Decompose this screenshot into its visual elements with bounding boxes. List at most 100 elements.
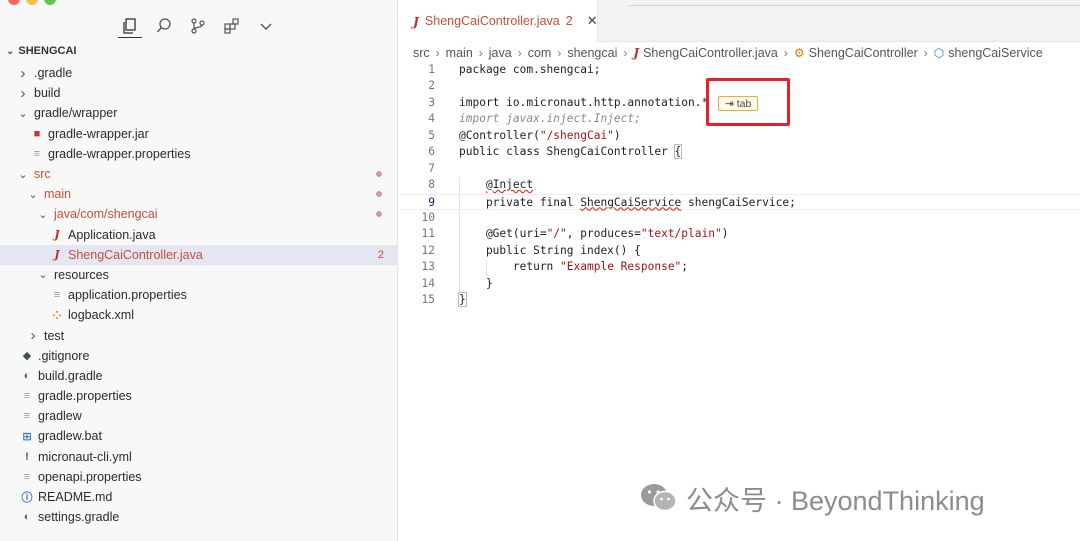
chevron-right-icon: › bbox=[783, 46, 788, 60]
tree-item-label: openapi.properties bbox=[38, 469, 142, 484]
code-text: } bbox=[459, 276, 493, 290]
info-file-icon: ⓘ bbox=[21, 492, 33, 505]
chevron-right-icon: › bbox=[435, 46, 440, 60]
chevron-down-icon[interactable] bbox=[254, 14, 278, 38]
chevron-down-icon[interactable]: ⌄ bbox=[26, 188, 40, 201]
code-line[interactable]: 1 package com.shengcai; bbox=[399, 62, 1080, 78]
extensions-icon[interactable] bbox=[220, 14, 244, 38]
breadcrumb-item[interactable]: main bbox=[446, 46, 473, 60]
line-number: 3 bbox=[428, 95, 435, 109]
jar-file-icon: ■ bbox=[33, 127, 41, 140]
chevron-right-icon[interactable]: › bbox=[16, 85, 30, 102]
modified-dot bbox=[376, 171, 382, 178]
code-line[interactable]: 5 @Controller("/shengCai") bbox=[399, 128, 1080, 144]
tree-item[interactable]: › build bbox=[0, 83, 397, 103]
breadcrumb-item[interactable]: ⬡ shengCaiService bbox=[934, 46, 1043, 60]
breadcrumb-item[interactable]: com bbox=[528, 46, 552, 60]
line-number: 7 bbox=[428, 161, 435, 175]
line-number: 8 bbox=[428, 178, 435, 192]
code-line[interactable]: 11 @Get(uri="/", produces="text/plain") bbox=[399, 226, 1080, 242]
tree-item[interactable]: ≡ gradlew bbox=[0, 406, 397, 426]
tab-shengcai-controller[interactable]: J ShengCaiController.java 2 ✕ bbox=[399, 0, 598, 42]
code-line[interactable]: 15} bbox=[399, 292, 1080, 308]
project-header[interactable]: ⌄ SHENGCAI bbox=[6, 45, 76, 57]
tree-item-label: build.gradle bbox=[38, 368, 103, 383]
tree-item-label: settings.gradle bbox=[38, 510, 120, 525]
explorer-files-icon[interactable] bbox=[118, 14, 142, 38]
tree-item[interactable]: ⊞ gradlew.bat bbox=[0, 426, 397, 446]
tree-item[interactable]: ≡ gradle.properties bbox=[0, 386, 397, 406]
tree-item[interactable]: ⌄ resources bbox=[0, 265, 397, 285]
line-number: 13 bbox=[421, 260, 435, 274]
code-text: public class ShengCaiController { bbox=[459, 144, 683, 160]
tree-item-label: .gitignore bbox=[38, 348, 90, 363]
tree-item[interactable]: ≡ openapi.properties bbox=[0, 467, 397, 487]
windows-file-icon: ⊞ bbox=[22, 430, 32, 443]
chevron-right-icon[interactable]: › bbox=[16, 65, 30, 82]
modified-dot bbox=[376, 211, 382, 218]
tree-item[interactable]: ⌄ gradle/wrapper bbox=[0, 103, 397, 123]
code-line[interactable]: 7 bbox=[399, 161, 1080, 177]
tree-item[interactable]: ! micronaut-cli.yml bbox=[0, 447, 397, 467]
tree-item-label: test bbox=[44, 328, 65, 343]
code-line[interactable]: 12 public String index() { bbox=[399, 243, 1080, 259]
tree-item[interactable]: ◐ settings.gradle bbox=[0, 507, 397, 527]
file-tree: › .gradle › build ⌄ gradle/wrapper ■ gradle-wra… bbox=[0, 63, 397, 527]
close-window-icon[interactable] bbox=[8, 0, 20, 5]
chevron-right-icon[interactable]: › bbox=[26, 327, 40, 344]
tree-item[interactable]: ⌄ src bbox=[0, 164, 397, 184]
tree-item[interactable]: ≡ gradle-wrapper.properties bbox=[0, 144, 397, 164]
wechat-icon bbox=[640, 482, 678, 514]
line-number: 15 bbox=[421, 293, 435, 307]
inline-suggestion-text: import javax.inject.Inject; bbox=[459, 112, 641, 126]
code-line[interactable]: 10 bbox=[399, 210, 1080, 226]
watermark-text: 公众号 · BeyondThinking bbox=[686, 485, 985, 516]
code-line[interactable]: 8 @Inject bbox=[399, 177, 1080, 193]
chevron-down-icon[interactable]: ⌄ bbox=[36, 268, 50, 281]
breadcrumb-item[interactable]: src bbox=[413, 46, 430, 60]
close-icon[interactable]: ✕ bbox=[587, 13, 598, 29]
code-line[interactable]: 9 private final ShengCaiService shengCai… bbox=[399, 193, 1080, 210]
problem-count-badge: 2 bbox=[377, 248, 384, 261]
tree-item[interactable]: ⌄ main bbox=[0, 184, 397, 204]
minimize-window-icon[interactable] bbox=[26, 0, 38, 5]
chevron-down-icon: ⌄ bbox=[6, 45, 15, 57]
line-number: 4 bbox=[428, 112, 435, 126]
tree-item[interactable]: › test bbox=[0, 325, 397, 345]
search-icon[interactable] bbox=[152, 14, 176, 38]
maximize-window-icon[interactable] bbox=[44, 0, 56, 5]
tree-item[interactable]: ⌄ java/com/shengcai bbox=[0, 204, 397, 224]
project-name: SHENGCAI bbox=[18, 45, 77, 57]
chevron-down-icon[interactable]: ⌄ bbox=[36, 208, 50, 221]
code-line[interactable]: 6 public class ShengCaiController { bbox=[399, 144, 1080, 160]
code-line[interactable]: 13 return "Example Response"; bbox=[399, 259, 1080, 275]
yaml-file-icon: ! bbox=[25, 450, 29, 463]
explorer-sidebar: ⌄ SHENGCAI › .gradle › build ⌄ gradle/wrapper… bbox=[0, 0, 398, 541]
tree-item-label: README.md bbox=[38, 490, 113, 505]
tree-item[interactable]: J ShengCaiController.java 2 bbox=[0, 244, 397, 265]
breadcrumb-item[interactable]: J ShengCaiController.java bbox=[633, 46, 778, 60]
chevron-down-icon[interactable]: ⌄ bbox=[16, 168, 30, 181]
chevron-down-icon[interactable]: ⌄ bbox=[16, 107, 30, 120]
class-symbol-icon: ⚙ bbox=[793, 46, 805, 60]
breadcrumb-item[interactable]: java bbox=[489, 46, 512, 60]
source-control-icon[interactable] bbox=[186, 14, 210, 38]
modified-dot bbox=[376, 191, 382, 198]
tree-item[interactable]: J Application.java bbox=[0, 225, 397, 245]
code-text: package com.shengcai; bbox=[459, 63, 601, 76]
tree-item-label: logback.xml bbox=[68, 308, 134, 323]
tree-item[interactable]: ◆ .gitignore bbox=[0, 346, 397, 366]
java-file-icon: J bbox=[54, 248, 60, 262]
breadcrumb-item[interactable]: ⚙ ShengCaiController bbox=[794, 46, 918, 60]
code-line[interactable]: 14 } bbox=[399, 276, 1080, 292]
breadcrumb-label: main bbox=[445, 46, 473, 60]
tree-item[interactable]: ≡ application.properties bbox=[0, 285, 397, 305]
tree-item[interactable]: ⓘ README.md bbox=[0, 487, 397, 507]
breadcrumb-item[interactable]: shengcai bbox=[567, 46, 617, 60]
chevron-right-icon: › bbox=[517, 46, 522, 60]
tree-item[interactable]: ⁘ logback.xml bbox=[0, 305, 397, 325]
tree-item-label: gradle-wrapper.properties bbox=[48, 146, 191, 161]
tree-item[interactable]: ◐ build.gradle bbox=[0, 366, 397, 386]
tree-item[interactable]: ■ gradle-wrapper.jar bbox=[0, 124, 397, 144]
tree-item[interactable]: › .gradle bbox=[0, 63, 397, 83]
